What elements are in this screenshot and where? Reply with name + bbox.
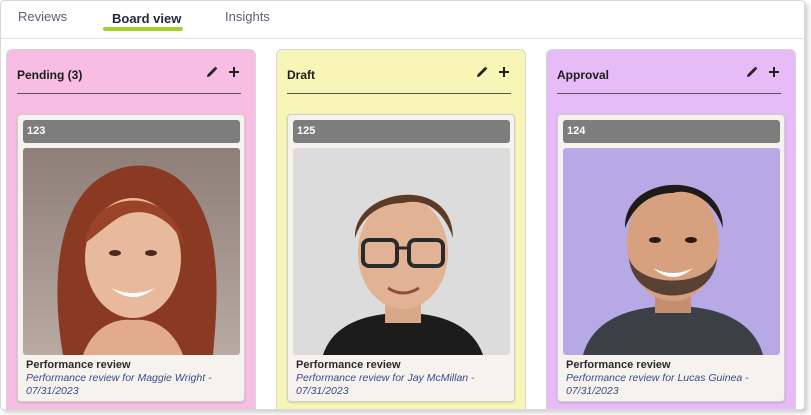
review-card[interactable]: 123 Performance review Performance revie… [17,114,245,402]
card-id: 125 [293,120,510,143]
card-title: Performance review [566,359,671,371]
tab-bar: Reviews Board view Insights [1,1,804,39]
tab-insights[interactable]: Insights [225,9,270,24]
column-title: Approval [557,68,610,82]
review-card[interactable]: 124 Performance review Performance revie… [557,114,785,402]
avatar-photo [563,148,780,355]
column-title: Pending (3) [17,68,83,82]
card-id: 123 [23,120,240,143]
column-header: Pending (3) [17,66,241,94]
column-pending: Pending (3) 123 Performance review Perfo… [6,49,256,409]
column-header: Draft [287,66,511,94]
avatar-photo [293,148,510,355]
column-header: Approval [557,66,781,94]
board-window: Reviews Board view Insights Pending (3) … [0,0,805,410]
plus-icon[interactable] [497,64,511,80]
pencil-icon[interactable] [205,64,219,80]
avatar-photo [23,148,240,355]
column-title: Draft [287,68,316,82]
tab-board-view[interactable]: Board view [112,11,181,26]
card-title: Performance review [296,359,401,371]
card-id: 124 [563,120,780,143]
card-subtitle: Performance review for Jay McMillan - 07… [296,372,475,397]
tab-reviews[interactable]: Reviews [18,9,67,24]
pencil-icon[interactable] [745,64,759,80]
card-subtitle: Performance review for Lucas Guinea - 07… [566,372,749,397]
plus-icon[interactable] [227,64,241,80]
card-title: Performance review [26,359,131,371]
column-approval: Approval 124 Performance review Performa… [546,49,796,409]
plus-icon[interactable] [767,64,781,80]
pencil-icon[interactable] [475,64,489,80]
card-subtitle: Performance review for Maggie Wright - 0… [26,372,212,397]
review-card[interactable]: 125 Performance review Performance revie… [287,114,515,402]
column-draft: Draft 125 Performance review Performance… [276,49,526,409]
active-tab-indicator [103,27,183,31]
